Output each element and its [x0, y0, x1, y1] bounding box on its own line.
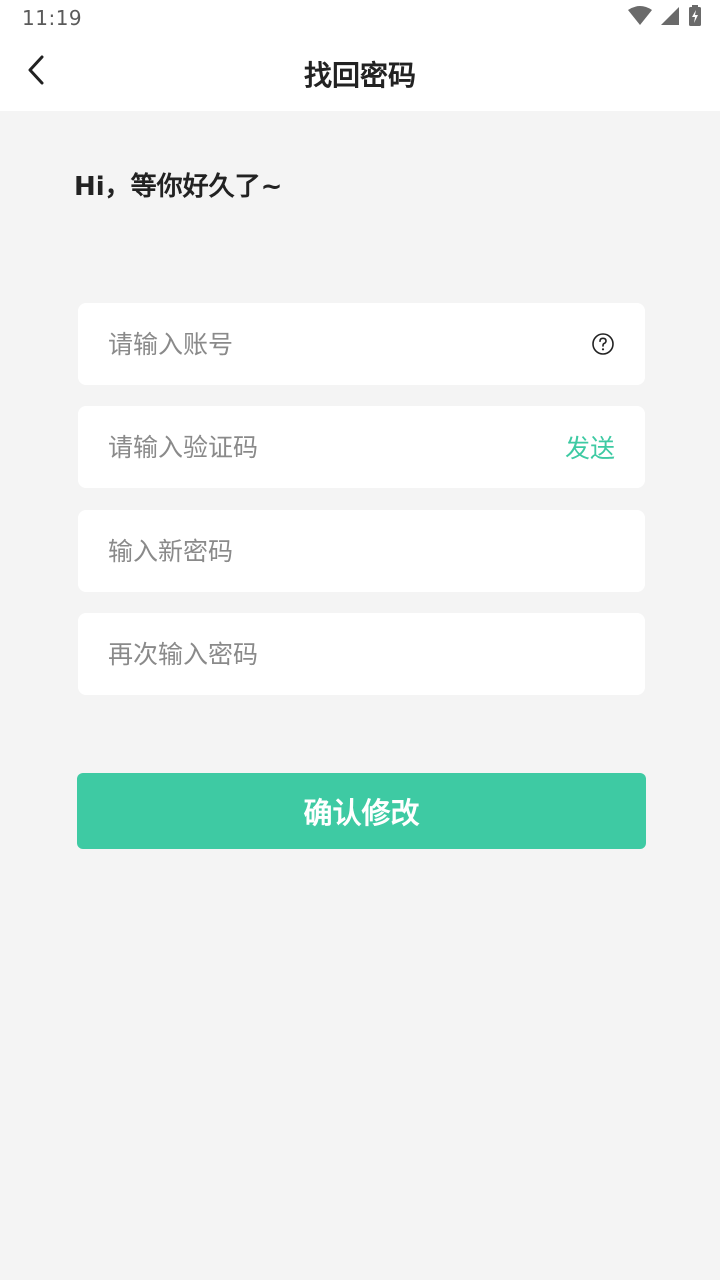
greeting-text: Hi，等你好久了~ [74, 172, 283, 202]
confirm-password-input[interactable] [108, 639, 615, 669]
battery-charging-icon [688, 5, 702, 31]
status-time: 11:19 [22, 6, 83, 30]
wifi-icon [628, 6, 652, 30]
question-circle-icon[interactable] [591, 332, 615, 356]
new-password-input[interactable] [108, 536, 615, 566]
cellular-signal-icon [660, 6, 680, 30]
new-password-field-container [78, 510, 645, 592]
account-input[interactable] [108, 329, 591, 359]
confirm-change-button[interactable]: 确认修改 [77, 773, 646, 849]
status-bar: 11:19 [0, 0, 720, 36]
verification-code-input[interactable] [108, 432, 565, 462]
confirm-password-field-container [78, 613, 645, 695]
status-icons [628, 5, 702, 31]
page-title: 找回密码 [303, 59, 416, 92]
account-field-container [78, 303, 645, 385]
send-code-button[interactable]: 发送 [565, 429, 615, 465]
verification-code-field-container: 发送 [78, 406, 645, 488]
app-bar: 找回密码 [0, 36, 720, 111]
